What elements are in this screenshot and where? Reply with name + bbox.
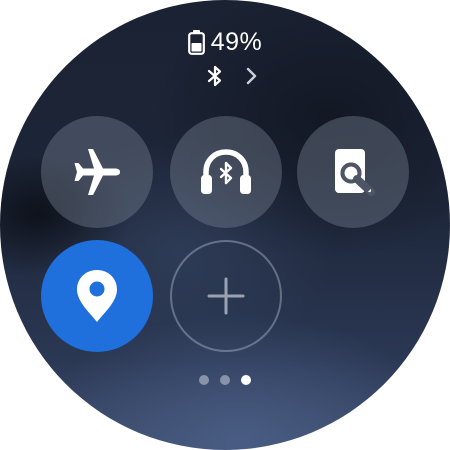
chevron-right-icon[interactable]: [245, 67, 257, 85]
status-bar: 49%: [0, 28, 450, 56]
battery-icon: [187, 29, 205, 55]
bluetooth-headphones-icon: [196, 142, 256, 202]
find-device-icon: [328, 145, 378, 199]
page-indicator: [0, 375, 450, 385]
airplane-mode-button[interactable]: [41, 116, 153, 228]
location-pin-icon: [75, 268, 119, 324]
page-dot[interactable]: [199, 375, 209, 385]
page-dot[interactable]: [220, 375, 230, 385]
connection-status[interactable]: [0, 65, 450, 87]
find-device-button[interactable]: [297, 116, 409, 228]
plus-icon: [206, 276, 246, 316]
page-dot-current: [241, 375, 251, 385]
add-tile-button[interactable]: [170, 240, 282, 352]
watch-screen: 49%: [0, 0, 450, 450]
bluetooth-icon: [207, 65, 223, 87]
battery-percent: 49%: [210, 28, 263, 56]
location-button[interactable]: [41, 240, 153, 352]
bluetooth-audio-button[interactable]: [170, 116, 282, 228]
airplane-icon: [70, 145, 124, 199]
